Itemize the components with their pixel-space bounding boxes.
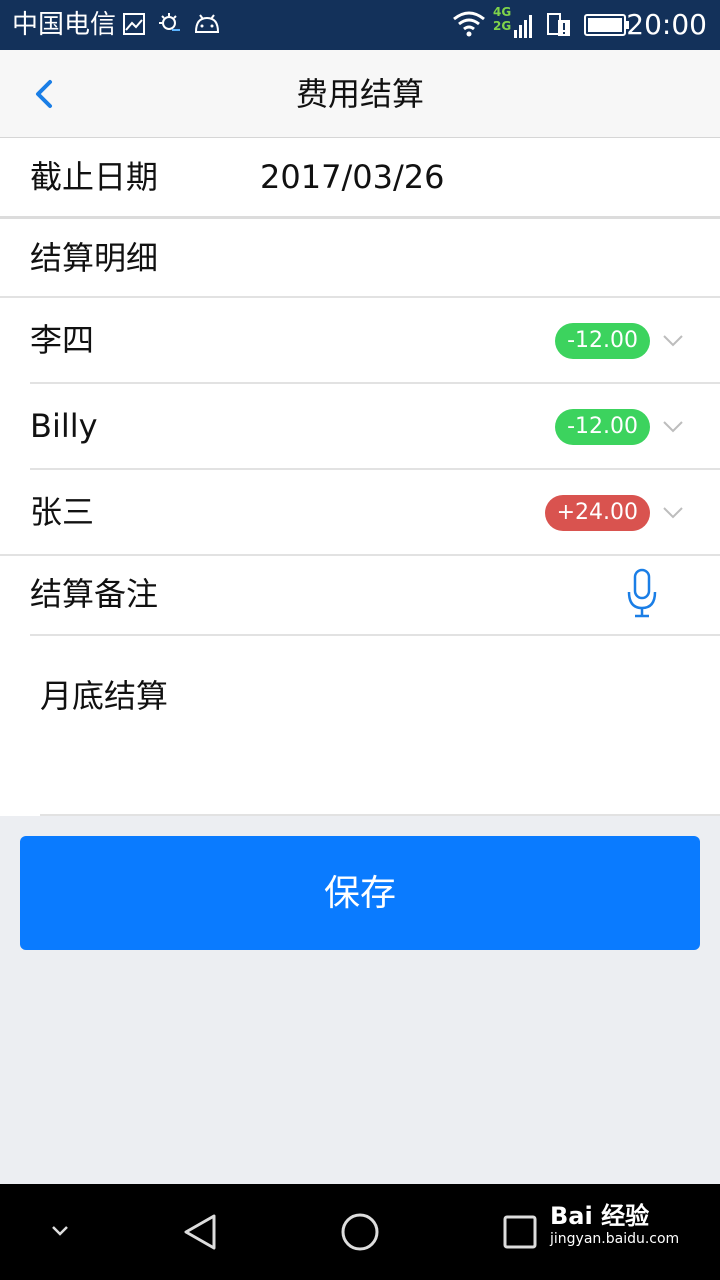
chevron-down-icon[interactable] — [662, 506, 684, 520]
network-4g-label: 4G — [493, 5, 512, 19]
app-header: 费用结算 — [0, 50, 720, 138]
person-name: Billy — [30, 407, 98, 445]
back-nav-icon[interactable] — [180, 1212, 220, 1252]
detail-row[interactable]: 李四 -12.00 — [0, 298, 720, 382]
amount-badge: -12.00 — [555, 409, 650, 445]
note-textarea[interactable]: 月底结算 — [40, 674, 168, 718]
home-nav-icon[interactable] — [340, 1212, 380, 1252]
page-title: 费用结算 — [295, 75, 424, 113]
divider — [40, 814, 720, 816]
detail-header-row: 结算明细 — [0, 219, 720, 297]
carrier-name: 中国电信 — [12, 10, 117, 40]
person-name: 张三 — [30, 493, 95, 531]
detail-row[interactable]: 张三 +24.00 — [0, 470, 720, 554]
image-notification-icon — [122, 12, 146, 40]
note-label: 结算备注 — [30, 575, 159, 613]
date-label: 截止日期 — [30, 158, 159, 196]
weather-notification-icon — [158, 12, 184, 42]
wifi-icon — [452, 10, 486, 42]
person-name: 李四 — [30, 321, 95, 359]
sim-alert-icon — [546, 12, 572, 42]
watermark-main: Bai 经验 — [550, 1202, 650, 1230]
chevron-down-icon[interactable] — [662, 420, 684, 434]
recents-nav-icon[interactable] — [502, 1214, 538, 1250]
detail-row[interactable]: Billy -12.00 — [0, 384, 720, 468]
date-row[interactable]: 截止日期 2017/03/26 — [0, 138, 720, 216]
watermark-url: jingyan.baidu.com — [550, 1231, 680, 1247]
clock: 20:00 — [626, 8, 707, 41]
settlement-form: 截止日期 2017/03/26 结算明细 李四 -12.00 Billy -12… — [0, 138, 720, 816]
system-nav-bar: Bai 经验 jingyan.baidu.com — [0, 1184, 720, 1280]
amount-badge: -12.00 — [555, 323, 650, 359]
save-button[interactable]: 保存 — [20, 836, 700, 950]
network-2g-label: 2G — [493, 19, 512, 33]
microphone-icon[interactable] — [626, 568, 658, 620]
status-bar: 中国电信 4G 2G 20:00 — [0, 0, 720, 50]
android-icon — [193, 12, 221, 40]
network-type-label: 4G 2G — [493, 5, 515, 33]
amount-badge: +24.00 — [544, 495, 650, 531]
note-header-row: 结算备注 — [0, 556, 720, 634]
signal-icon — [514, 14, 534, 42]
detail-label: 结算明细 — [30, 239, 159, 277]
battery-icon — [584, 13, 630, 41]
baidu-watermark: Bai 经验 jingyan.baidu.com — [550, 1202, 679, 1248]
chevron-down-icon[interactable] — [662, 334, 684, 348]
hide-nav-icon[interactable] — [50, 1224, 70, 1238]
date-value[interactable]: 2017/03/26 — [260, 155, 444, 199]
divider — [30, 634, 720, 636]
